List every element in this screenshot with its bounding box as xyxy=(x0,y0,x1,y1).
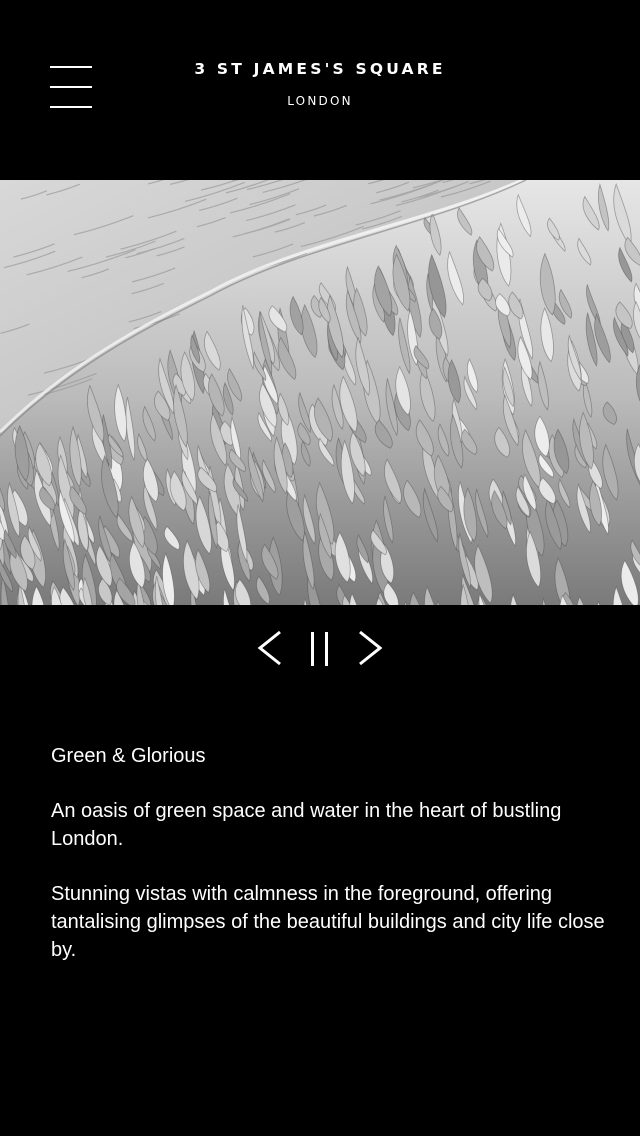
previous-slide-button[interactable] xyxy=(255,628,285,673)
slide-paragraph: Stunning vistas with calmness in the for… xyxy=(51,883,605,961)
slide-paragraph: An oasis of green space and water in the… xyxy=(51,800,562,850)
feathers-photo xyxy=(0,180,640,605)
pause-icon xyxy=(311,632,328,666)
pause-slide-button[interactable] xyxy=(306,628,334,673)
hero-image xyxy=(0,180,640,605)
slideshow-controls xyxy=(0,620,640,678)
site-title: 3 ST JAMES'S SQUARE xyxy=(194,60,446,78)
chevron-right-icon xyxy=(359,630,383,666)
slide-heading: Green & Glorious xyxy=(51,745,206,767)
site-subtitle: LONDON xyxy=(287,94,353,108)
site-header: 3 ST JAMES'S SQUARE LONDON xyxy=(0,0,640,180)
brand-logo[interactable]: 3 ST JAMES'S SQUARE LONDON xyxy=(0,58,640,109)
next-slide-button[interactable] xyxy=(355,628,385,673)
chevron-left-icon xyxy=(257,630,281,666)
slide-description: Green & Glorious An oasis of green space… xyxy=(51,742,611,991)
